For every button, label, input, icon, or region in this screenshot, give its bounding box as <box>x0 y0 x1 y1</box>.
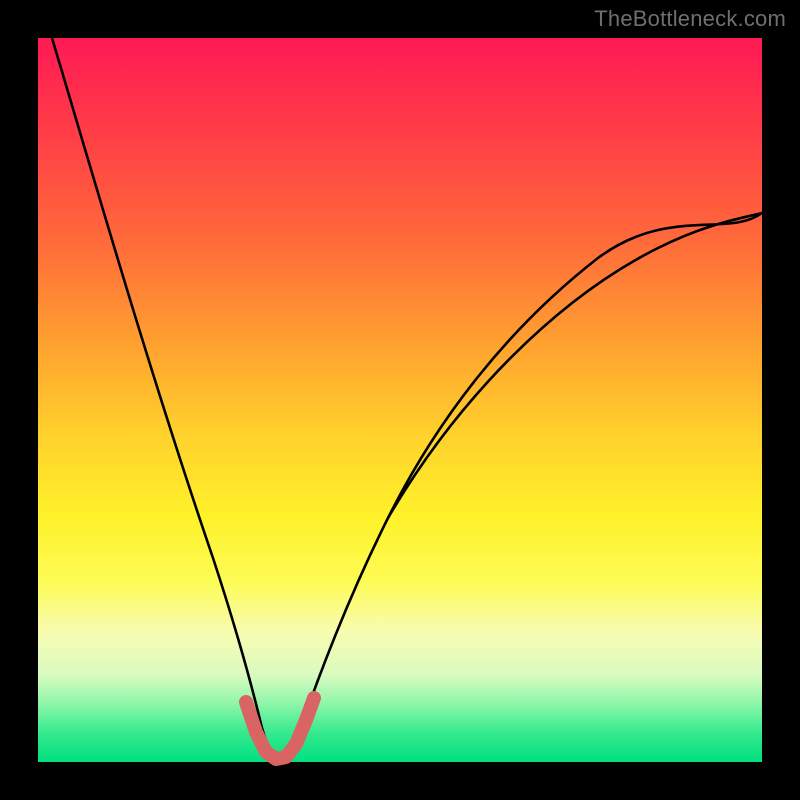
curve-svg <box>38 38 762 762</box>
bottleneck-curve-right <box>388 213 762 518</box>
plot-area <box>38 38 762 762</box>
bottleneck-curve <box>52 38 762 759</box>
watermark-text: TheBottleneck.com <box>594 6 786 32</box>
chart-frame: TheBottleneck.com <box>0 0 800 800</box>
